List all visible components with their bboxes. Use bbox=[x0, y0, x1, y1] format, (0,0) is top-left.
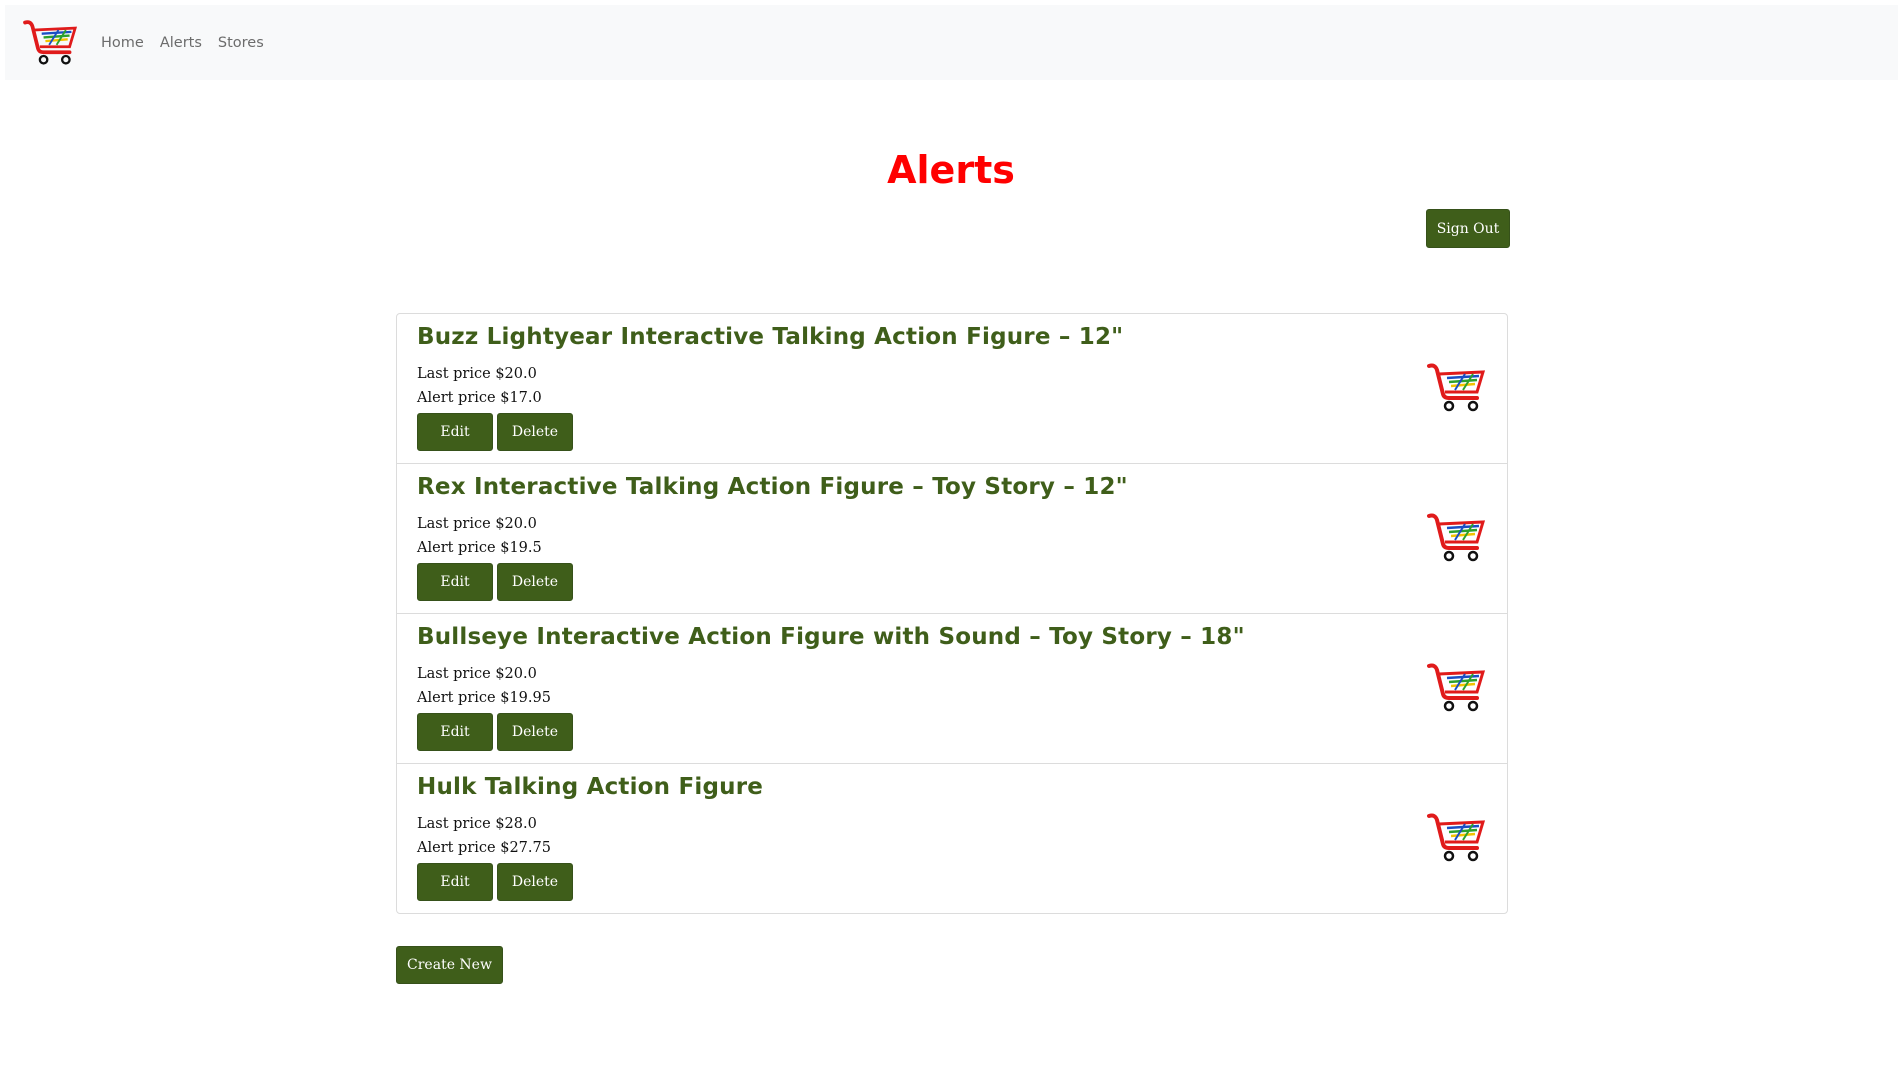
alert-item-title: Rex Interactive Talking Action Figure – … bbox=[417, 474, 1128, 500]
alerts-list: Buzz Lightyear Interactive Talking Actio… bbox=[396, 313, 1508, 914]
last-price: Last price $28.0 bbox=[417, 816, 537, 832]
edit-button[interactable]: Edit bbox=[417, 863, 493, 901]
alert-item: Bullseye Interactive Action Figure with … bbox=[397, 614, 1507, 764]
shopping-cart-icon bbox=[1425, 810, 1489, 866]
delete-button[interactable]: Delete bbox=[497, 713, 573, 751]
sign-out-button[interactable]: Sign Out bbox=[1426, 209, 1510, 248]
alert-price: Alert price $19.95 bbox=[417, 690, 551, 706]
nav-alerts-link[interactable]: Alerts bbox=[160, 35, 202, 51]
nav-stores-link[interactable]: Stores bbox=[218, 35, 264, 51]
delete-button[interactable]: Delete bbox=[497, 863, 573, 901]
page-title: Alerts bbox=[887, 148, 1015, 192]
alert-item-title: Buzz Lightyear Interactive Talking Actio… bbox=[417, 324, 1124, 350]
shopping-cart-icon bbox=[1425, 360, 1489, 416]
last-price: Last price $20.0 bbox=[417, 366, 537, 382]
delete-button[interactable]: Delete bbox=[497, 413, 573, 451]
navbar: Home Alerts Stores bbox=[5, 5, 1898, 80]
alert-actions: Edit Delete bbox=[417, 413, 573, 451]
edit-button[interactable]: Edit bbox=[417, 713, 493, 751]
shopping-cart-icon bbox=[1425, 510, 1489, 566]
last-price: Last price $20.0 bbox=[417, 666, 537, 682]
alert-actions: Edit Delete bbox=[417, 713, 573, 751]
edit-button[interactable]: Edit bbox=[417, 413, 493, 451]
shopping-cart-icon bbox=[1425, 660, 1489, 716]
alert-item: Rex Interactive Talking Action Figure – … bbox=[397, 464, 1507, 614]
alert-item: Buzz Lightyear Interactive Talking Actio… bbox=[397, 314, 1507, 464]
alert-price: Alert price $17.0 bbox=[417, 390, 542, 406]
alert-price: Alert price $19.5 bbox=[417, 540, 542, 556]
last-price: Last price $20.0 bbox=[417, 516, 537, 532]
edit-button[interactable]: Edit bbox=[417, 563, 493, 601]
alert-actions: Edit Delete bbox=[417, 563, 573, 601]
alert-price: Alert price $27.75 bbox=[417, 840, 551, 856]
nav-links: Home Alerts Stores bbox=[101, 35, 280, 51]
delete-button[interactable]: Delete bbox=[497, 563, 573, 601]
alert-item-title: Hulk Talking Action Figure bbox=[417, 774, 764, 800]
create-new-button[interactable]: Create New bbox=[396, 946, 503, 984]
alert-actions: Edit Delete bbox=[417, 863, 573, 901]
alert-item-title: Bullseye Interactive Action Figure with … bbox=[417, 624, 1245, 650]
shopping-cart-logo-icon[interactable] bbox=[19, 15, 83, 71]
alert-item: Hulk Talking Action Figure Last price $2… bbox=[397, 764, 1507, 913]
nav-home-link[interactable]: Home bbox=[101, 35, 144, 51]
